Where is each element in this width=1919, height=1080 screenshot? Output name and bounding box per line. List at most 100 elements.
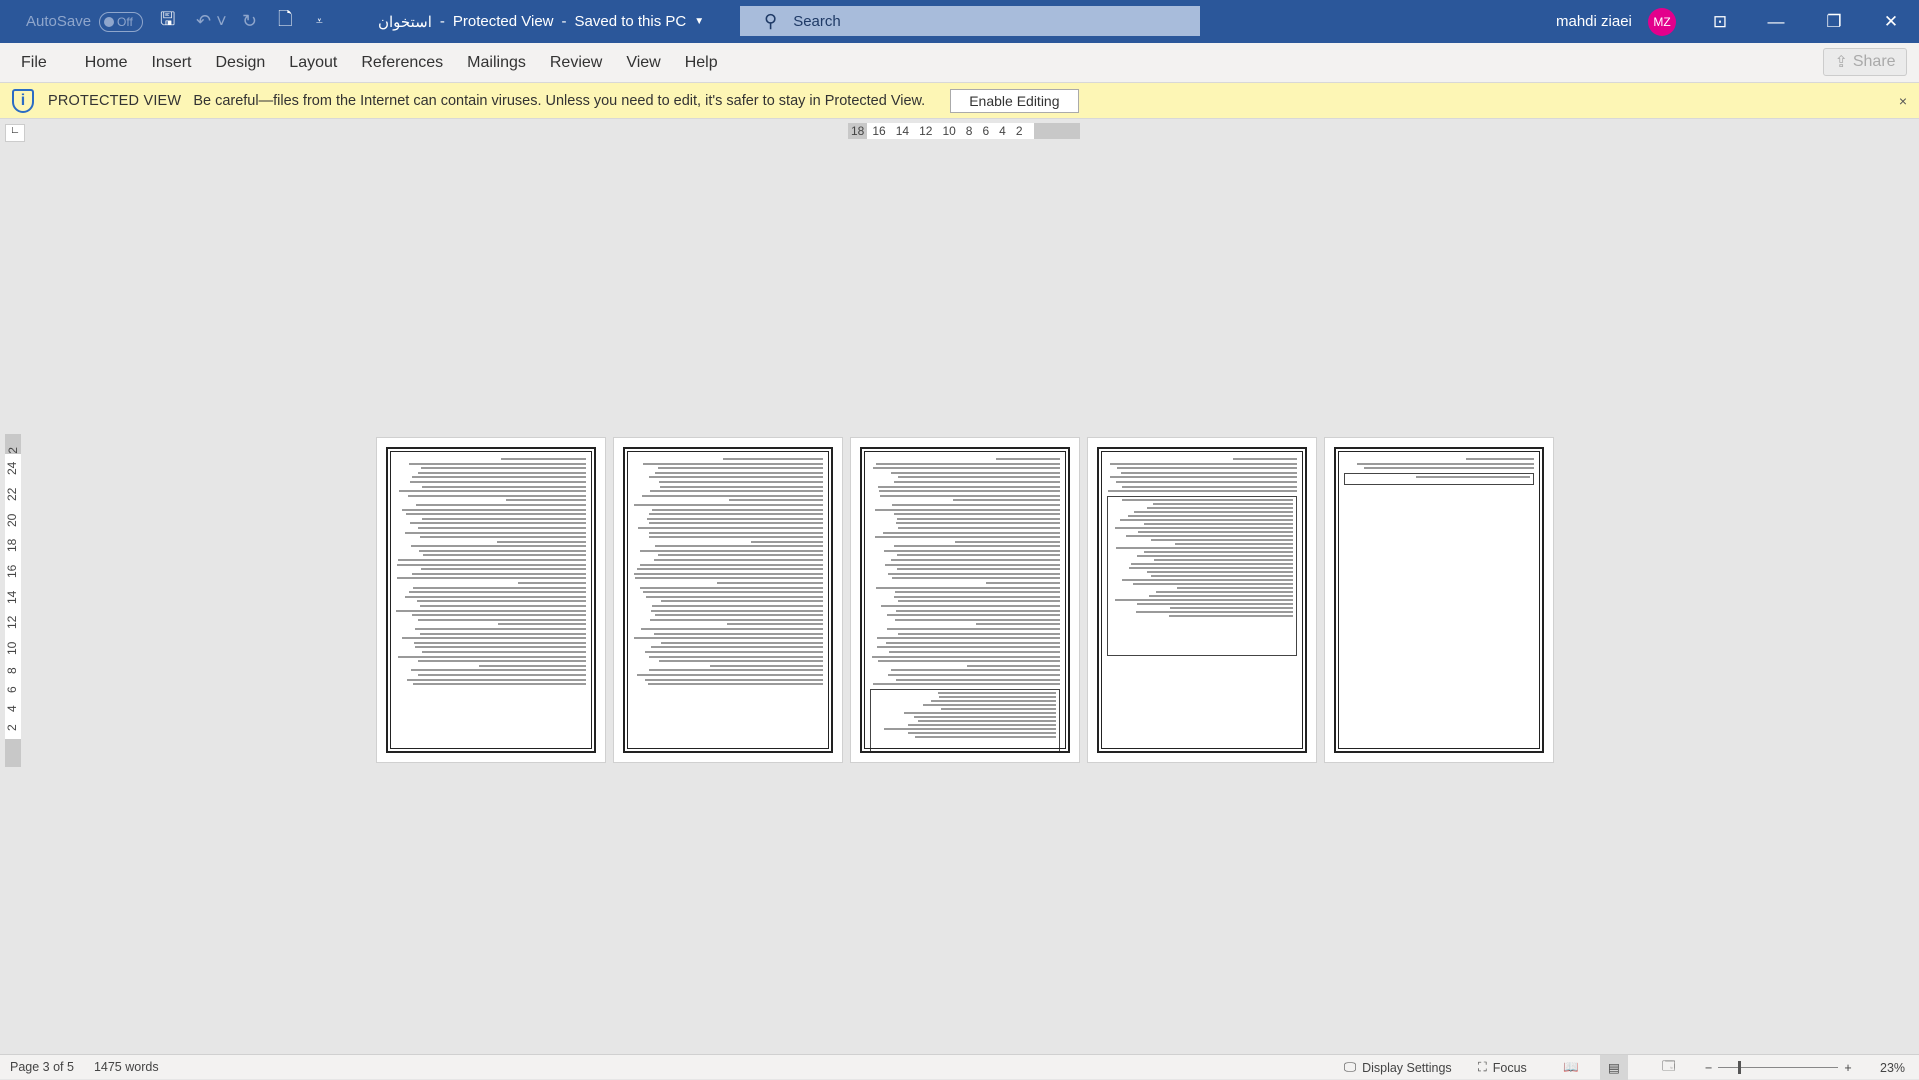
text-line (649, 490, 823, 493)
redo-icon[interactable]: ↻ (242, 0, 257, 43)
page-thumbnail[interactable] (850, 437, 1080, 763)
text-line (417, 471, 586, 474)
tab-mailings[interactable]: Mailings (455, 54, 538, 72)
text-line (888, 572, 1060, 575)
text-line (416, 503, 586, 506)
minimize-icon[interactable]: — (1748, 0, 1804, 43)
enable-editing-button[interactable]: Enable Editing (950, 88, 1079, 113)
text-line (414, 641, 586, 644)
ruler-tick: 16 (5, 564, 19, 579)
tab-view[interactable]: View (614, 54, 672, 72)
text-line (419, 549, 586, 552)
page-thumbnail[interactable] (1087, 437, 1317, 763)
text-line (729, 499, 823, 502)
zoom-slider[interactable]: − + (1705, 1055, 1852, 1080)
focus-button[interactable]: ⛶ Focus (1478, 1055, 1527, 1080)
text-line (661, 641, 823, 644)
search-box[interactable]: ⚲ Search (740, 6, 1200, 36)
web-layout-icon[interactable]: 🗔 (1662, 1055, 1676, 1080)
customize-qat-icon[interactable]: ⩡ (316, 0, 323, 43)
text-line (411, 614, 586, 617)
text-line (501, 458, 586, 460)
ruler-tick: 20 (5, 513, 19, 527)
document-pages[interactable] (376, 437, 1554, 763)
text-line (649, 522, 823, 525)
text-line (422, 485, 586, 488)
text-line (640, 586, 823, 589)
text-line (421, 568, 586, 571)
text-line (894, 480, 1060, 483)
new-document-icon[interactable]: 🗋 (278, 0, 292, 43)
vertical-ruler[interactable]: 2 2 4 6 8 10 12 14 16 18 20 22 24 (5, 434, 21, 767)
protected-view-bar: i PROTECTED VIEW Be careful—files from t… (0, 82, 1919, 119)
text-line (1116, 480, 1297, 483)
page-thumbnail[interactable] (1324, 437, 1554, 763)
close-icon[interactable]: ✕ (1863, 0, 1919, 43)
zoom-out-icon[interactable]: − (1705, 1061, 1712, 1075)
user-name[interactable]: mahdi ziaei (1556, 0, 1632, 43)
undo-icon[interactable]: ↶ ˅ (196, 0, 227, 43)
display-settings-button[interactable]: 🖵 Display Settings (1344, 1055, 1452, 1080)
tab-design[interactable]: Design (203, 54, 277, 72)
tab-layout[interactable]: Layout (277, 54, 349, 72)
text-line (422, 517, 586, 520)
text-line (413, 683, 586, 686)
text-line (655, 614, 823, 617)
avatar[interactable]: MZ (1648, 7, 1676, 36)
page-border (860, 447, 1070, 753)
tab-references[interactable]: References (349, 54, 455, 72)
share-button[interactable]: ⇪ Share (1823, 48, 1907, 76)
restore-icon[interactable]: ❐ (1806, 0, 1862, 43)
text-line (634, 637, 823, 640)
ribbon-display-icon[interactable]: ⊡ (1692, 0, 1748, 43)
page-thumbnail[interactable] (613, 437, 843, 763)
text-line (898, 600, 1060, 603)
text-line (655, 471, 823, 474)
document-title[interactable]: استخوان - Protected View - Saved to this PC ▼ (378, 0, 704, 43)
text-line (883, 531, 1060, 534)
text-line (642, 462, 823, 465)
text-line (1116, 467, 1297, 470)
tab-help[interactable]: Help (673, 54, 730, 72)
view-mode: Protected View (452, 13, 554, 30)
tab-insert[interactable]: Insert (139, 54, 203, 72)
text-line (651, 609, 823, 612)
tab-selector[interactable]: ∟ (5, 124, 25, 142)
read-mode-icon[interactable]: 📖 (1563, 1055, 1579, 1080)
close-icon[interactable]: × (1899, 93, 1907, 109)
text-line (420, 632, 586, 635)
toggle-switch[interactable]: Off (99, 11, 144, 32)
text-line (497, 540, 586, 543)
search-placeholder: Search (793, 12, 841, 30)
protected-view-message: Be careful—files from the Internet can c… (193, 92, 926, 109)
text-line (897, 526, 1060, 529)
text-line (411, 476, 586, 479)
zoom-level[interactable]: 23% (1880, 1055, 1905, 1080)
autosave-toggle[interactable]: AutoSave Off (26, 0, 144, 43)
tab-home[interactable]: Home (73, 54, 140, 72)
text-line (878, 490, 1060, 493)
text-line (648, 476, 823, 479)
zoom-in-icon[interactable]: + (1844, 1061, 1851, 1075)
page-count[interactable]: Page 3 of 5 (0, 1060, 84, 1074)
text-line (652, 508, 823, 511)
text-line (660, 485, 823, 488)
ruler-tick: 22 (5, 487, 19, 502)
ruler-tick: 10 (5, 641, 19, 656)
save-icon[interactable]: 🖫 (160, 0, 175, 43)
horizontal-ruler[interactable]: 18 16 14 12 10 8 6 4 2 (848, 123, 1080, 139)
tab-file[interactable]: File (9, 54, 59, 72)
ruler-tick: 14 (5, 590, 19, 604)
word-count[interactable]: 1475 words (84, 1060, 169, 1074)
text-line (654, 545, 823, 548)
print-layout-icon[interactable]: ▤ (1600, 1055, 1628, 1080)
text-line (880, 605, 1060, 607)
text-line (890, 559, 1060, 562)
display-settings-label: Display Settings (1362, 1060, 1452, 1075)
table (870, 689, 1060, 751)
page-border (1097, 447, 1307, 753)
page-border (386, 447, 596, 753)
page-thumbnail[interactable] (376, 437, 606, 763)
tab-review[interactable]: Review (538, 54, 614, 72)
ruler-tick: 2 (5, 724, 19, 731)
